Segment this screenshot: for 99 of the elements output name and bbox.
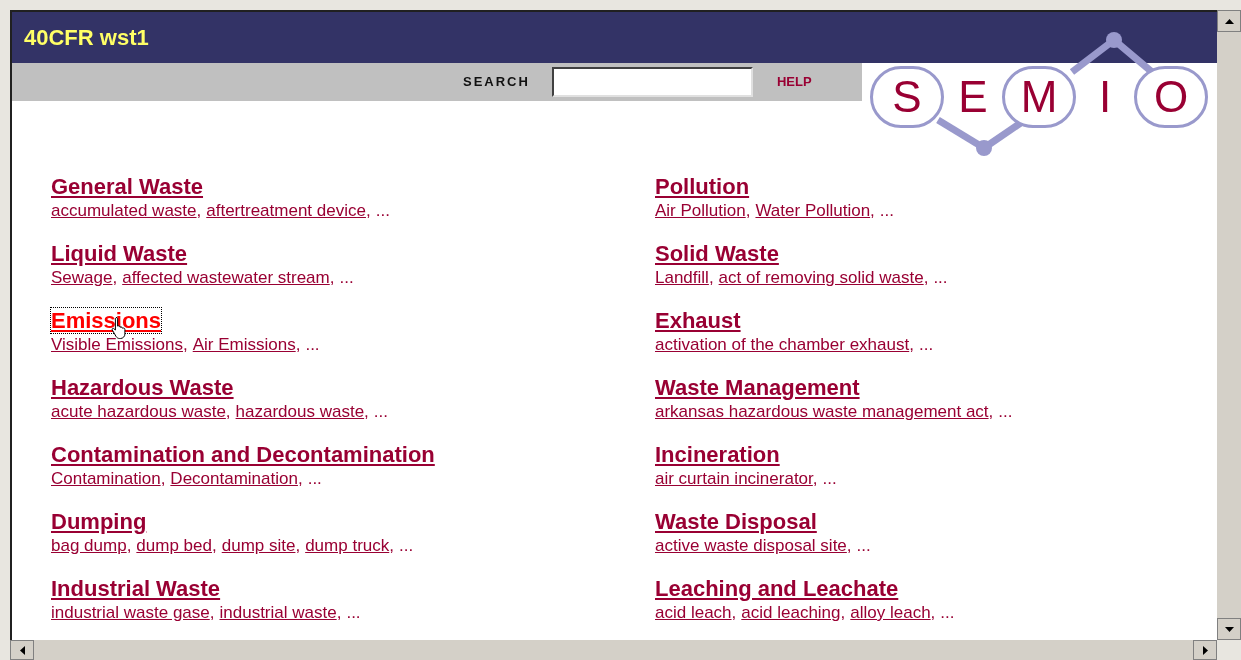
comma-text: , [225,402,231,421]
term-link[interactable]: act of removing solid waste [718,268,924,287]
comma-text: , [930,603,936,622]
vertical-scrollbar[interactable] [1217,10,1241,640]
comma-text: , [329,268,335,287]
term-link[interactable]: hazardous waste [235,402,365,421]
category-link[interactable]: Incineration [655,442,780,467]
term-link[interactable]: air curtain incinerator [655,469,813,488]
ellipsis-text: ... [918,335,934,354]
ellipsis-text: ... [307,469,322,488]
comma-text: , [840,603,846,622]
search-field[interactable] [551,67,753,97]
scroll-right-button[interactable] [1193,640,1217,660]
comma-text: , [988,402,994,421]
comma-text: , [182,335,188,354]
term-link[interactable]: aftertreatment device [206,201,366,220]
ellipsis-text: ... [933,268,948,287]
right-arrow-icon [1202,645,1208,655]
comma-text: , [126,536,132,555]
category-link[interactable]: Exhaust [655,308,741,333]
logo-letter: I [1097,71,1113,123]
term-link[interactable]: activation of the chamber exhaust [655,335,910,354]
ellipsis-text: ... [375,201,390,220]
comma-text: , [731,603,737,622]
ellipsis-text: ... [305,335,320,354]
category-link[interactable]: Waste Management [655,375,860,400]
term-link[interactable]: Air Pollution [655,201,746,220]
term-link[interactable]: Water Pollution [755,201,871,220]
term-link[interactable]: dump bed [136,536,212,555]
ellipsis-text: ... [879,201,894,220]
ellipsis-text: ... [373,402,388,421]
term-link[interactable]: acid leaching [741,603,841,622]
comma-text: , [708,268,714,287]
term-link[interactable]: accumulated waste [51,201,197,220]
category-link[interactable]: Waste Disposal [655,509,817,534]
category-link[interactable]: Contamination and Decontamination [51,442,435,467]
circled-logo-letter: S [870,66,944,128]
site-title: 40CFR wst1 [24,24,149,52]
comma-text: , [160,469,166,488]
down-arrow-icon [1224,626,1234,632]
comma-text: , [365,201,371,220]
comma-text: , [209,603,215,622]
ellipsis-text: ... [339,268,354,287]
term-link[interactable]: Visible Emissions [51,335,183,354]
horizontal-scrollbar[interactable] [10,640,1217,660]
comma-text: , [870,201,875,220]
category-link[interactable]: Industrial Waste [51,576,221,601]
category-link[interactable]: Dumping [51,509,147,534]
term-link[interactable]: industrial waste [219,603,337,622]
comma-text: , [112,268,118,287]
scroll-left-button[interactable] [10,640,34,660]
ellipsis-text: ... [940,603,955,622]
comma-text: , [297,469,303,488]
comma-text: , [923,268,929,287]
term-link[interactable]: arkansas hazardous waste management act [655,402,989,421]
term-link[interactable]: dump truck [305,536,390,555]
ellipsis-text: ... [399,536,414,555]
term-link[interactable]: bag dump [51,536,127,555]
term-link[interactable]: affected wastewater stream [122,268,330,287]
term-link[interactable]: dump site [221,536,296,555]
term-link[interactable]: Decontamination [170,469,298,488]
ellipsis-text: ... [346,603,361,622]
logo-letter: E [957,71,989,123]
term-link[interactable]: alloy leach [850,603,931,622]
term-link[interactable]: Landfill [655,268,709,287]
term-link[interactable]: acute hazardous waste [51,402,226,421]
term-link[interactable]: Contamination [51,469,161,488]
term-link[interactable]: industrial waste gase [51,603,210,622]
scroll-up-button[interactable] [1217,10,1241,32]
up-arrow-icon [1224,18,1234,24]
comma-text: , [212,536,217,555]
term-link[interactable]: active waste disposal site [655,536,847,555]
term-link[interactable]: acid leach [655,603,732,622]
comma-text: , [846,536,852,555]
comma-text: , [295,536,301,555]
circled-logo-letter: O [1134,66,1208,128]
scroll-down-button[interactable] [1217,618,1241,640]
comma-text: , [336,603,342,622]
comma-text: , [389,536,394,555]
comma-text: , [909,335,914,354]
ellipsis-text: ... [856,536,871,555]
help-link[interactable]: HELP [776,72,812,92]
category-link[interactable]: Liquid Waste [51,241,188,266]
category-link[interactable]: General Waste [51,174,204,199]
category-link[interactable]: Leaching and Leachate [655,576,899,601]
search-label: SEARCH [463,73,530,92]
comma-text: , [364,402,369,421]
category-link[interactable]: Hazardous Waste [51,375,234,400]
category-link[interactable]: Solid Waste [655,241,779,266]
category-link[interactable]: Pollution [655,174,750,199]
ellipsis-text: ... [998,402,1013,421]
left-arrow-icon [19,645,25,655]
term-link[interactable]: Air Emissions [192,335,296,354]
circled-logo-letter: M [1002,66,1076,128]
term-link[interactable]: Sewage [51,268,113,287]
comma-text: , [745,201,751,220]
ellipsis-text: ... [822,469,837,488]
comma-text: , [295,335,301,354]
comma-text: , [196,201,202,220]
